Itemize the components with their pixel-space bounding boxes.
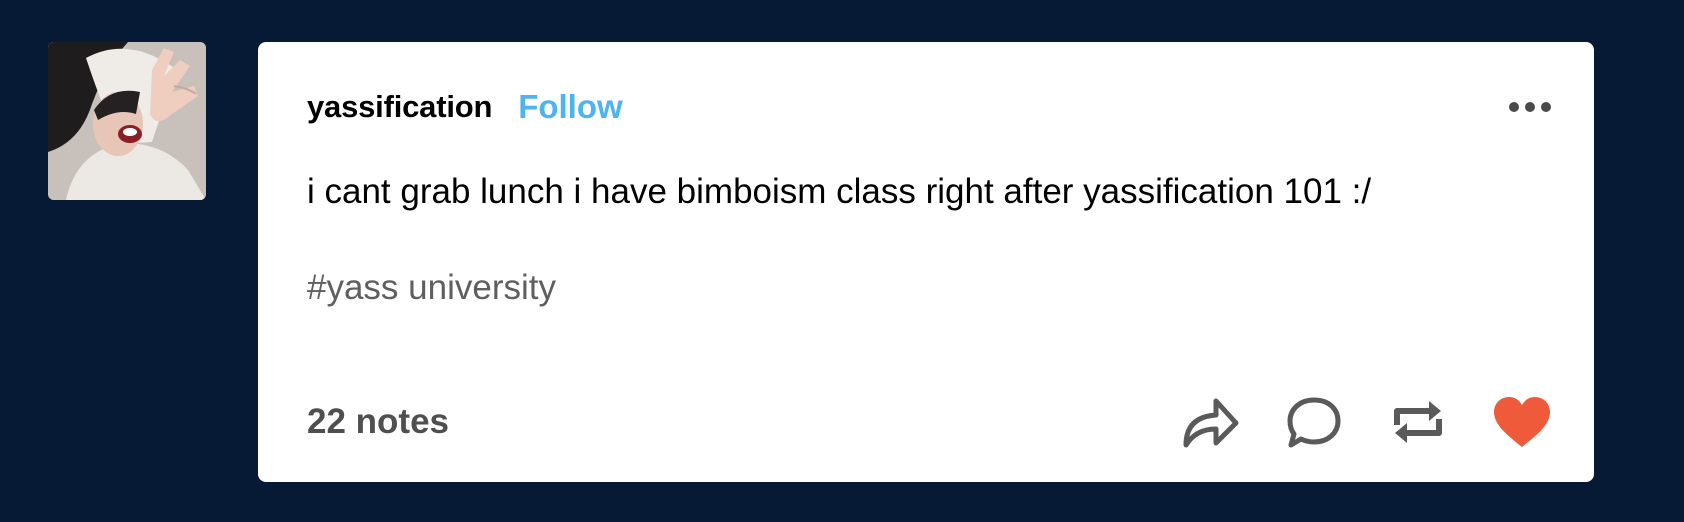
follow-button[interactable]: Follow xyxy=(518,88,622,126)
reblog-icon[interactable] xyxy=(1386,390,1450,454)
post-tag[interactable]: #yass university xyxy=(307,268,556,308)
notes-count-button[interactable]: 22 notes xyxy=(307,402,449,442)
blog-avatar[interactable] xyxy=(48,42,206,200)
post-header: yassification Follow xyxy=(307,82,1554,132)
avatar-image xyxy=(48,42,206,200)
post-body-text: i cant grab lunch i have bimboism class … xyxy=(307,172,1372,211)
dashboard-background: yassification Follow i cant grab lunch i… xyxy=(0,0,1684,522)
post-actions xyxy=(1178,390,1554,454)
post-card: yassification Follow i cant grab lunch i… xyxy=(258,42,1594,482)
more-options-icon[interactable] xyxy=(1506,96,1554,118)
like-icon[interactable] xyxy=(1490,390,1554,454)
blog-name-link[interactable]: yassification xyxy=(307,89,492,125)
post-footer: 22 notes xyxy=(307,387,1554,457)
share-icon[interactable] xyxy=(1178,390,1242,454)
reply-icon[interactable] xyxy=(1282,390,1346,454)
